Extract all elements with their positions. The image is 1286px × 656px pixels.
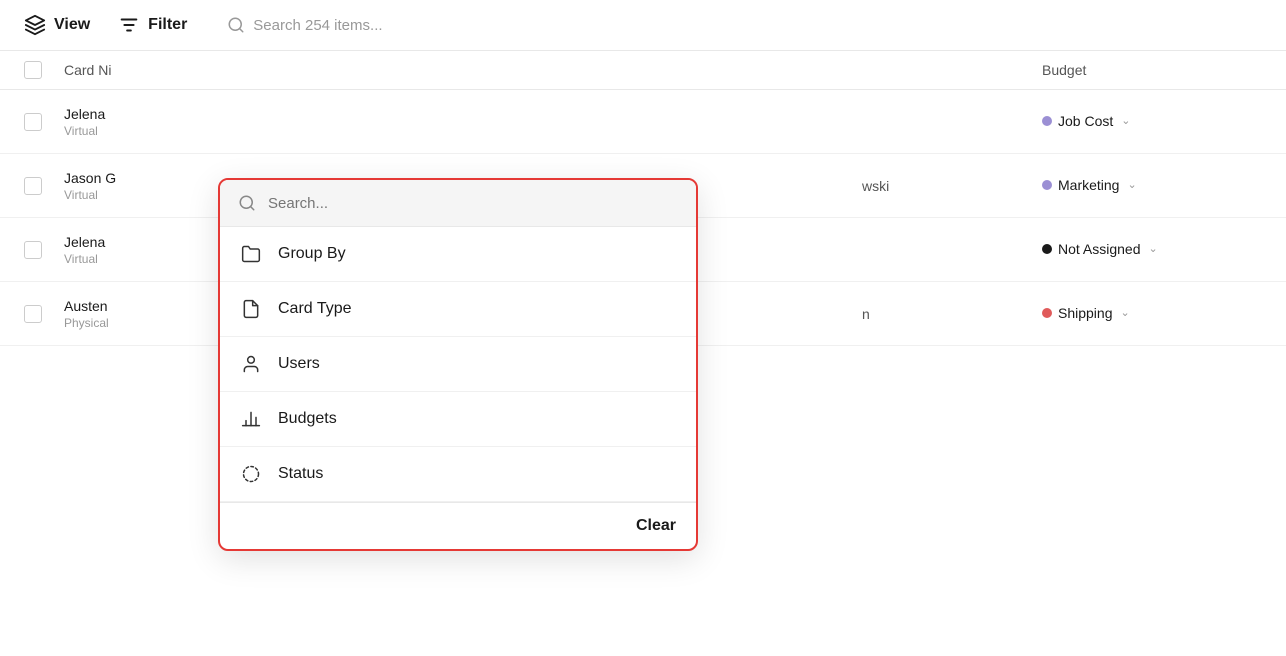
bar-chart-icon [240, 408, 262, 430]
dropdown-search-icon [238, 194, 256, 212]
layers-icon [24, 14, 46, 36]
table-header: Card Ni Budget [0, 51, 1286, 90]
cell-name: Jelena Virtual [64, 106, 862, 138]
table-row: Jelena Virtual Job Cost ⌄ [0, 90, 1286, 154]
filter-button[interactable]: Filter [118, 14, 187, 36]
dropdown-item-label: Budgets [278, 410, 337, 428]
clear-button[interactable]: Clear [636, 517, 676, 535]
chevron-icon: ⌄ [1127, 178, 1136, 191]
cell-budget: Shipping ⌄ [1042, 305, 1262, 323]
dropdown-item-label: Users [278, 355, 320, 373]
row-checkbox[interactable] [24, 241, 42, 259]
budget-dot [1042, 116, 1052, 126]
budget-dot [1042, 308, 1052, 318]
view-label: View [54, 16, 90, 34]
table-area: Jelena Virtual Job Cost ⌄ Jason G Virtua… [0, 90, 1286, 346]
dropdown-search-input[interactable] [268, 195, 678, 212]
view-button[interactable]: View [24, 14, 90, 36]
folder-icon [240, 243, 262, 265]
row-checkbox[interactable] [24, 113, 42, 131]
cell-budget: Job Cost ⌄ [1042, 113, 1262, 131]
chevron-icon: ⌄ [1121, 306, 1130, 319]
dropdown-search-row [220, 180, 696, 227]
cell-budget: Marketing ⌄ [1042, 177, 1262, 195]
user-icon [240, 353, 262, 375]
dropdown-item-users[interactable]: Users [220, 337, 696, 392]
filter-label: Filter [148, 16, 187, 34]
filter-dropdown: Group By Card Type Users [218, 178, 698, 551]
document-icon [240, 298, 262, 320]
row-checkbox[interactable] [24, 177, 42, 195]
chevron-icon: ⌄ [1149, 242, 1158, 255]
col-name-header: Card Ni [64, 62, 553, 78]
cell-assignee: n [862, 306, 1042, 322]
toolbar: View Filter Search 254 items... [0, 0, 1286, 51]
search-icon [227, 16, 245, 34]
circle-dashed-icon [240, 463, 262, 485]
row-checkbox[interactable] [24, 305, 42, 323]
filter-icon [118, 14, 140, 36]
dropdown-item-budgets[interactable]: Budgets [220, 392, 696, 447]
dropdown-item-label: Group By [278, 245, 346, 263]
budget-badge[interactable]: Not Assigned ⌄ [1042, 241, 1158, 257]
chevron-icon: ⌄ [1121, 114, 1130, 127]
search-placeholder: Search 254 items... [253, 17, 382, 34]
dropdown-item-card-type[interactable]: Card Type [220, 282, 696, 337]
toolbar-search: Search 254 items... [227, 16, 382, 34]
budget-dot [1042, 180, 1052, 190]
cell-budget: Not Assigned ⌄ [1042, 241, 1262, 259]
dropdown-footer: Clear [220, 502, 696, 549]
budget-badge[interactable]: Shipping ⌄ [1042, 305, 1130, 321]
budget-dot [1042, 244, 1052, 254]
dropdown-item-label: Card Type [278, 300, 352, 318]
dropdown-item-label: Status [278, 465, 323, 483]
dropdown-item-status[interactable]: Status [220, 447, 696, 502]
budget-badge[interactable]: Marketing ⌄ [1042, 177, 1137, 193]
header-checkbox[interactable] [24, 61, 42, 79]
dropdown-item-group-by[interactable]: Group By [220, 227, 696, 282]
cell-assignee: wski [862, 178, 1042, 194]
col-budget-header: Budget [1042, 62, 1262, 78]
budget-badge[interactable]: Job Cost ⌄ [1042, 113, 1130, 129]
